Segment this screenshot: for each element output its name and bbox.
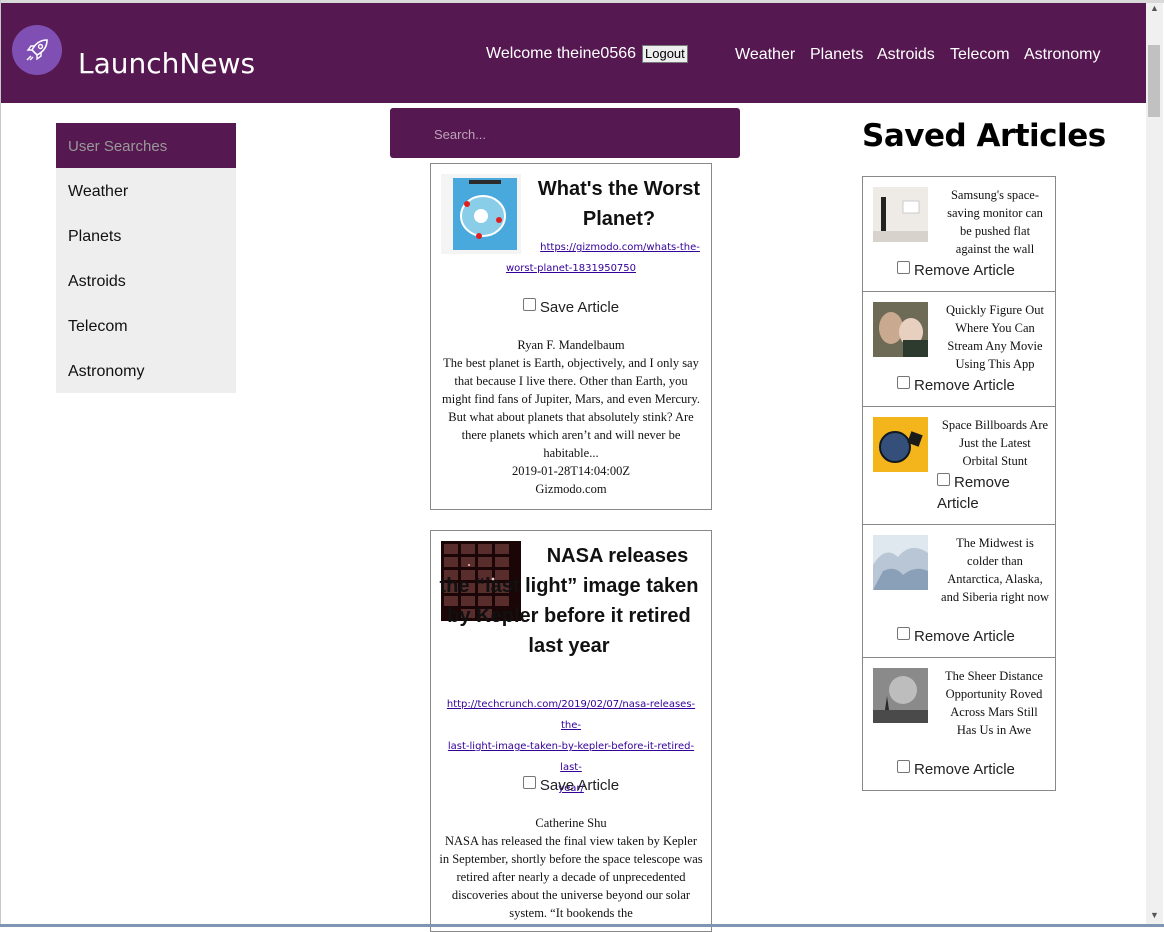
remove-article-checkbox[interactable]: Remove Article	[937, 472, 1037, 514]
checkbox[interactable]	[897, 627, 910, 640]
saved-article-thumbnail[interactable]	[873, 302, 928, 357]
sidebar-heading: User Searches	[56, 123, 236, 168]
nav-astroids[interactable]: Astroids	[877, 46, 935, 64]
article-description: NASA has released the final view taken b…	[439, 834, 703, 920]
sidebar-heading-label: User Searches	[68, 138, 168, 155]
saved-articles-heading: Saved Articles	[862, 118, 1106, 154]
user-searches-sidebar: User Searches Weather Planets Astroids T…	[56, 123, 236, 393]
sidebar-item-planets[interactable]: Planets	[68, 228, 121, 246]
article-card: What's the Worst Planet? https://gizmodo…	[430, 163, 712, 510]
saved-article-title[interactable]: Space Billboards Are Just the Latest Orb…	[941, 416, 1049, 470]
logout-button[interactable]: Logout	[642, 45, 688, 63]
search-input[interactable]	[434, 125, 714, 143]
saved-article-card: Samsung's space-saving monitor can be pu…	[862, 176, 1056, 292]
checkbox[interactable]	[897, 261, 910, 274]
nav-telecom[interactable]: Telecom	[950, 46, 1010, 64]
saved-article-thumbnail[interactable]	[873, 535, 928, 590]
nav-astronomy[interactable]: Astronomy	[1024, 46, 1100, 64]
article-author: Ryan F. Mandelbaum	[517, 338, 625, 352]
article-link-line[interactable]: http://techcrunch.com/2019/02/07/nasa-re…	[439, 694, 703, 736]
article-title[interactable]: What's the Worst Planet?	[529, 174, 709, 234]
saved-article-title-text[interactable]: The Sheer Distance Opportunity Roved Acr…	[907, 667, 1047, 739]
top-navbar: LaunchNews Welcome theine0566 Logout Wea…	[1, 3, 1146, 103]
article-link-line[interactable]: worst-planet-1831950750	[491, 258, 651, 279]
checkbox[interactable]	[937, 473, 950, 486]
welcome-text: Welcome theine0566	[486, 45, 637, 62]
article-author: Catherine Shu	[535, 816, 607, 830]
sidebar-item-astroids[interactable]: Astroids	[68, 273, 126, 291]
saved-article-title[interactable]: Quickly Figure Out Where You Can Stream …	[941, 301, 1049, 373]
article-card: NASA releases the “last light” image tak…	[430, 530, 712, 932]
brand-title[interactable]: LaunchNews	[78, 47, 255, 80]
saved-article-card: The Midwest is colder than Antarctica, A…	[862, 524, 1056, 658]
sidebar-item-weather[interactable]: Weather	[68, 183, 128, 201]
saved-article-card: The Sheer Distance Opportunity Roved Acr…	[862, 657, 1056, 791]
article-link[interactable]: https://gizmodo.com/whats-the-	[535, 237, 705, 258]
remove-article-label: Remove Article	[914, 761, 1015, 778]
saved-article-card: Quickly Figure Out Where You Can Stream …	[862, 291, 1056, 407]
save-article-label: Save Article	[539, 777, 620, 794]
remove-article-checkbox[interactable]: Remove Article	[897, 260, 1015, 281]
save-article-checkbox[interactable]: Save Article	[431, 776, 711, 794]
article-source: Gizmodo.com	[535, 482, 607, 496]
saved-article-thumbnail[interactable]	[873, 187, 928, 242]
saved-article-title[interactable]: The Midwest is colder than Antarctica, A…	[941, 534, 1049, 606]
vertical-scrollbar[interactable]: ▲ ▼	[1146, 3, 1163, 924]
article-published-date: 2019-01-28T14:04:00Z	[511, 464, 631, 478]
article-body: Catherine Shu NASA has released the fina…	[439, 814, 703, 922]
scroll-up-arrow-icon[interactable]: ▲	[1150, 3, 1159, 13]
logo[interactable]	[12, 25, 62, 75]
remove-article-checkbox[interactable]: Remove Article	[897, 375, 1015, 396]
saved-article-title[interactable]: The Sheer Distance Opportunity Roved Acr…	[907, 667, 1047, 739]
search-bar	[390, 108, 740, 158]
rocket-icon	[26, 39, 48, 61]
nav-planets[interactable]: Planets	[810, 46, 863, 64]
checkbox[interactable]	[897, 376, 910, 389]
checkbox[interactable]	[522, 776, 536, 789]
sidebar-item-astronomy[interactable]: Astronomy	[68, 363, 144, 381]
article-description: The best planet is Earth, objectively, a…	[442, 356, 700, 460]
save-article-label: Save Article	[539, 299, 620, 316]
saved-article-card: Space Billboards Are Just the Latest Orb…	[862, 406, 1056, 525]
article-body: Ryan F. Mandelbaum The best planet is Ea…	[439, 336, 703, 498]
checkbox[interactable]	[897, 760, 910, 773]
window-left-border	[0, 0, 1, 927]
saved-article-title[interactable]: Samsung's space-saving monitor can be pu…	[941, 186, 1049, 258]
save-article-checkbox[interactable]: Save Article	[431, 298, 711, 316]
article-link-line[interactable]: https://gizmodo.com/whats-the-	[535, 237, 705, 258]
remove-article-checkbox[interactable]: Remove Article	[897, 759, 1015, 780]
remove-article-label: Remove Article	[914, 377, 1015, 394]
article-title-text[interactable]: NASA releases the “last light” image tak…	[432, 541, 706, 661]
nav-weather[interactable]: Weather	[735, 46, 795, 64]
remove-article-checkbox[interactable]: Remove Article	[897, 626, 1015, 647]
saved-article-thumbnail[interactable]	[873, 417, 928, 472]
checkbox[interactable]	[522, 298, 536, 311]
article-link[interactable]: worst-planet-1831950750	[491, 258, 651, 279]
article-link-line[interactable]: last-light-image-taken-by-kepler-before-…	[439, 736, 703, 778]
remove-article-label: Remove Article	[914, 262, 1015, 279]
article-thumbnail[interactable]	[441, 174, 521, 254]
sidebar-item-telecom[interactable]: Telecom	[68, 318, 128, 336]
scroll-down-arrow-icon[interactable]: ▼	[1150, 910, 1159, 920]
remove-article-label: Remove Article	[914, 628, 1015, 645]
scroll-thumb[interactable]	[1148, 45, 1160, 117]
